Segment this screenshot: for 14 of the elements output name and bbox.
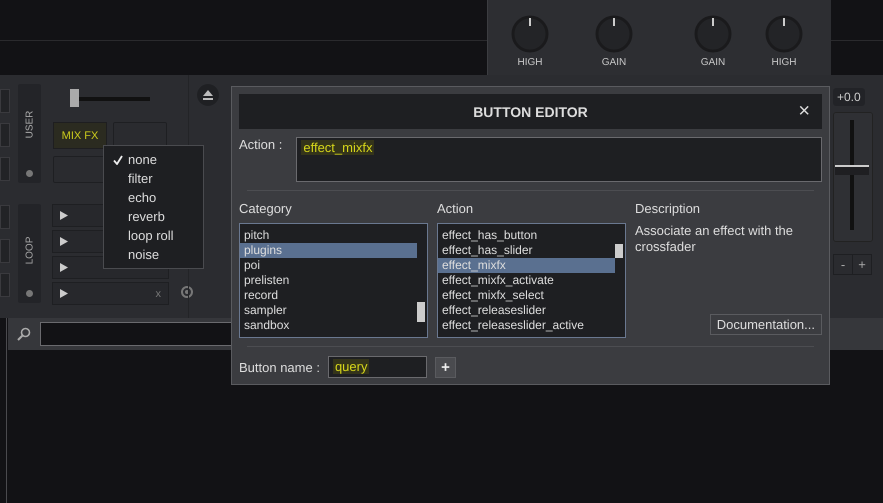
dialog-title: BUTTON EDITOR [473,104,588,120]
column-heading: Description [635,201,702,216]
pitch-reading: +0.0 [833,88,865,106]
column-heading: Action [437,201,474,216]
field-label: Action : [239,137,282,154]
strip-label: LOOP [24,236,36,266]
strip-label: USER [24,110,36,140]
knob-label: GAIN [602,57,626,68]
description-text: Associate an effect with the crossfader [635,223,794,255]
knob-label: HIGH [518,57,542,68]
field-label: Button name : [239,360,320,374]
knob-label: HIGH [772,57,796,68]
knob-label: GAIN [700,57,726,68]
column-heading: Category [239,201,293,216]
